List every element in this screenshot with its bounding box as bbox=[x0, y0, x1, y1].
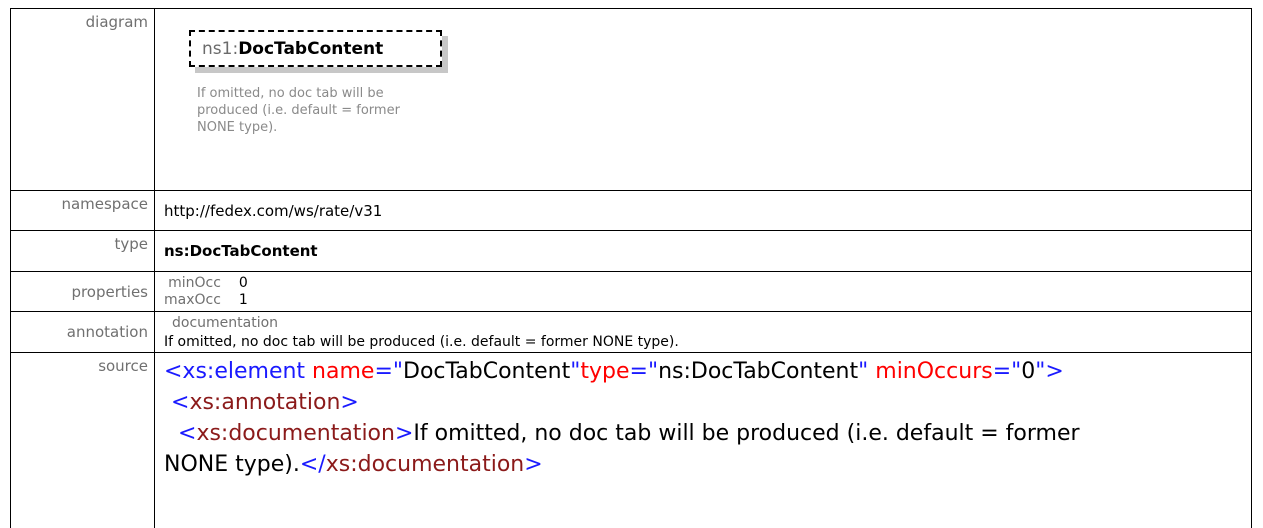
source-cell: <xs:element name="DocTabContent"type="ns… bbox=[154, 352, 1252, 528]
annotation-cell: documentation If omitted, no doc tab wil… bbox=[154, 311, 1252, 353]
source-tag-open: <xs:element bbox=[164, 359, 306, 384]
annotation-label: annotation bbox=[10, 311, 155, 353]
source-attr-eq: =" bbox=[629, 359, 659, 384]
source-bracket: > bbox=[340, 390, 359, 415]
source-bracket: </ bbox=[299, 452, 326, 477]
diagram-documentation: If omitted, no doc tab will be produced … bbox=[197, 86, 400, 135]
annotation-heading: documentation bbox=[172, 315, 279, 331]
type-link[interactable]: ns:DocTabContent bbox=[154, 230, 1252, 272]
source-code: <xs:element name="DocTabContent"type="ns… bbox=[164, 353, 1251, 480]
source-tag-documentation-close: xs:documentation bbox=[325, 452, 525, 477]
source-attr-type-value: ns:DocTabContent bbox=[658, 359, 859, 384]
source-bracket: < bbox=[171, 390, 190, 415]
source-line-4: NONE type).</xs:documentation> bbox=[164, 449, 1251, 480]
source-attr-eq: =" bbox=[992, 359, 1022, 384]
namespace-row: namespace http://fedex.com/ws/rate/v31 bbox=[10, 190, 1252, 231]
property-name: minOcc bbox=[168, 275, 221, 291]
source-attr-value: DocTabContent bbox=[403, 359, 571, 384]
element-diagram: ns1:DocTabContent If omitted, no doc tab… bbox=[164, 9, 1251, 189]
source-tag-annotation: xs:annotation bbox=[189, 390, 341, 415]
source-attr-name: name bbox=[305, 359, 375, 384]
source-tag-documentation: xs:documentation bbox=[196, 421, 395, 446]
source-line-3: <xs:documentation>If omitted, no doc tab… bbox=[164, 418, 1251, 449]
diagram-element-name: DocTabContent bbox=[238, 39, 384, 59]
source-doc-text-cont: NONE type). bbox=[164, 452, 300, 477]
properties-grid: minOcc 0 maxOcc 1 bbox=[164, 272, 248, 309]
source-bracket: > bbox=[394, 421, 414, 446]
source-attr-minoccurs: minOccurs bbox=[868, 359, 993, 384]
source-attr-minoccurs-value: 0 bbox=[1021, 359, 1036, 384]
namespace-value: http://fedex.com/ws/rate/v31 bbox=[154, 190, 1252, 231]
properties-row: properties minOcc 0 maxOcc 1 bbox=[10, 271, 1252, 312]
diagram-label: diagram bbox=[10, 8, 155, 191]
type-label: type bbox=[10, 230, 155, 272]
diagram-cell: ns1:DocTabContent If omitted, no doc tab… bbox=[154, 8, 1252, 191]
source-quote: " bbox=[570, 359, 581, 384]
properties-cell: minOcc 0 maxOcc 1 bbox=[154, 271, 1252, 312]
annotation-text: If omitted, no doc tab will be produced … bbox=[164, 334, 679, 350]
annotation-row: annotation documentation If omitted, no … bbox=[10, 311, 1252, 353]
namespace-label: namespace bbox=[10, 190, 155, 231]
source-tag-close: "> bbox=[1035, 359, 1064, 384]
property-name: maxOcc bbox=[164, 292, 221, 308]
source-bracket: > bbox=[524, 452, 543, 477]
source-quote: " bbox=[858, 359, 869, 384]
source-attr-type: type bbox=[580, 359, 630, 384]
element-documentation-table: diagram ns1:DocTabContent If omitted, no… bbox=[10, 8, 1252, 528]
source-line-2: <xs:annotation> bbox=[164, 387, 1251, 418]
source-bracket: < bbox=[178, 421, 197, 446]
diagram-row: diagram ns1:DocTabContent If omitted, no… bbox=[10, 8, 1252, 191]
properties-label: properties bbox=[10, 271, 155, 312]
diagram-element-prefix: ns1: bbox=[202, 39, 239, 59]
diagram-element-title: ns1:DocTabContent bbox=[202, 39, 383, 59]
property-value: 1 bbox=[238, 292, 248, 308]
type-row: type ns:DocTabContent bbox=[10, 230, 1252, 272]
source-label: source bbox=[10, 352, 155, 528]
source-row: source <xs:element name="DocTabContent"t… bbox=[10, 352, 1252, 528]
property-value: 0 bbox=[238, 275, 248, 291]
source-doc-text: If omitted, no doc tab will be produced … bbox=[413, 421, 1080, 446]
source-line-1: <xs:element name="DocTabContent"type="ns… bbox=[164, 356, 1251, 387]
source-attr-eq: =" bbox=[374, 359, 403, 384]
optional-element-box[interactable]: ns1:DocTabContent bbox=[189, 30, 442, 67]
